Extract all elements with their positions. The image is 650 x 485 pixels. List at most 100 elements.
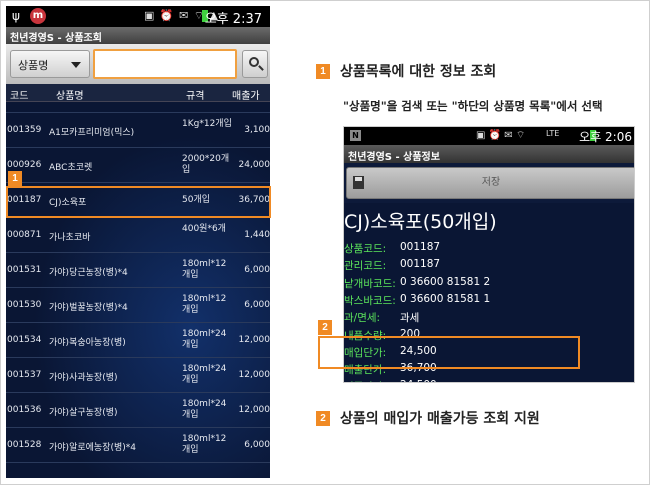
row-price: 1,440 (244, 230, 270, 240)
usb-icon: ψ (12, 9, 20, 23)
product-title: CJ)소육포(50개입) (344, 211, 497, 233)
search-button[interactable] (242, 50, 268, 78)
info-key: 관리코드: (344, 260, 387, 273)
row-code: 001534 (7, 335, 42, 345)
info-key: 상품코드: (344, 243, 387, 255)
table-row[interactable]: 001537 가야)사과농장(병) 180ml*24개입 12,000 (6, 358, 270, 393)
table-row[interactable]: 001359 A1모카프리미엄(믹스) 1Kg*12개입 3,100 (6, 113, 270, 148)
highlight-price-rows (318, 336, 580, 369)
app-badge-icon: m (30, 8, 46, 24)
table-row[interactable]: 001534 가야)복숭아농장(병) 180ml*24개입 12,000 (6, 323, 270, 358)
row-name: 가야)살구농장(병) (49, 408, 118, 418)
info-key: 낱개바코드: (344, 277, 396, 290)
table-row[interactable]: 001530 가야)벌꿀농장(병)*4 180ml*12개입 6,000 (6, 288, 270, 323)
caption-2-number: 2 (316, 411, 330, 426)
info-row: 기준단가: 24,500 (344, 379, 634, 382)
info-row: 관리코드: 001187 (344, 258, 634, 275)
info-row: 박스바코드: 0 36600 81581 1 (344, 292, 634, 310)
marker-2: 2 (318, 320, 332, 335)
row-name: A1모카프리미엄(믹스) (49, 128, 135, 138)
save-label: 저장 (481, 177, 501, 188)
table-row[interactable]: 000926 ABC초코렛 2000*20개입 24,000 (6, 148, 270, 183)
row-name: 가야)복숭아농장(병) (49, 338, 126, 348)
search-field-dropdown[interactable]: 상품명 (10, 50, 90, 78)
row-name: 가야)벌꿀농장(병)*4 (49, 303, 128, 313)
row-name: 가야)사과농장(병) (49, 373, 118, 383)
row-spec: 1Kg*12개입 (182, 119, 232, 129)
row-price: 12,000 (238, 405, 271, 415)
info-key: 박스바코드: (344, 294, 396, 307)
dropdown-label: 상품명 (18, 59, 49, 72)
info-key: 과/면세: (344, 312, 381, 325)
status-bar-2: N ▣ ⏰ ✉ ⌔ LTE 오후 2:06 (344, 127, 634, 145)
row-price: 3,100 (244, 125, 270, 135)
row-spec: 180ml*24개입 (182, 399, 227, 420)
info-value: 과세 (400, 312, 420, 325)
table-row[interactable]: 001531 가야)당근농장(병)*4 180ml*12개입 6,000 (6, 253, 270, 288)
search-input[interactable] (93, 49, 237, 79)
col-price: 매출가 (232, 91, 260, 102)
table-row[interactable]: 000871 가나초코바 400원*6개 1,440 (6, 218, 270, 253)
info-key: 기준단가: (344, 379, 386, 382)
info-row: 낱개바코드: 0 36600 81581 2 (344, 275, 634, 293)
caption-1-number: 1 (316, 64, 330, 79)
table-header: 코드 상품명 규격 매출가 (6, 84, 270, 102)
col-code: 코드 (10, 91, 29, 102)
status-icons-2: ▣ ⏰ ✉ ⌔ (476, 130, 526, 141)
row-price: 12,000 (238, 370, 271, 380)
info-value: 0 36600 81581 1 (400, 292, 491, 305)
row-price: 12,000 (238, 335, 271, 345)
row-name: 가나초코바 (49, 233, 91, 243)
info-row: 과/면세: 과세 (344, 310, 634, 327)
row-spec: 400원*6개 (182, 224, 226, 234)
info-value: 24,500 (400, 379, 437, 382)
row-code: 000926 (7, 160, 42, 170)
row-spec: 180ml*12개입 (182, 259, 227, 280)
info-value: 001187 (400, 241, 441, 253)
col-name: 상품명 (56, 91, 84, 102)
table-row[interactable]: 개입 (6, 102, 270, 113)
row-code: 001536 (7, 405, 42, 415)
product-list: 개입 001359 A1모카프리미엄(믹스) 1Kg*12개입 3,100 000926 A… (6, 102, 270, 478)
row-name: 가야)당근농장(병)*4 (49, 268, 128, 278)
table-row[interactable]: 001528 가야)알로에농장(병)*4 180ml*12개입 6,000 (6, 428, 270, 463)
info-value: 001187 (400, 258, 441, 271)
row-code: 001530 (7, 300, 42, 310)
status-bar: ψ m ▣ ⏰ ✉ ⌔ ▲ 오후 2:37 (6, 6, 270, 27)
row-code: 000871 (7, 230, 42, 240)
lte-label: LTE (546, 129, 560, 138)
col-spec: 규격 (186, 91, 205, 102)
floppy-icon (353, 176, 364, 189)
row-spec: 180ml*24개입 (182, 364, 227, 385)
row-price: 6,000 (244, 300, 270, 310)
left-phone-screen: ψ m ▣ ⏰ ✉ ⌔ ▲ 오후 2:37 천년경영S - 상품조회 상품명 코… (6, 6, 270, 478)
row-code: 001528 (7, 440, 42, 450)
row-name: ABC초코렛 (49, 163, 93, 173)
save-button[interactable]: 저장 (346, 167, 634, 199)
chevron-down-icon (71, 62, 81, 68)
row-code: 001537 (7, 370, 42, 380)
row-spec: 180ml*12개입 (182, 294, 227, 315)
save-toolbar: 저장 (344, 163, 634, 203)
search-bar: 상품명 (6, 44, 270, 84)
row-code: 001359 (7, 125, 42, 135)
status-time: 오후 2:37 (204, 12, 262, 27)
sub-caption: "상품명"을 검색 또는 "하단의 상품명 목록"에서 선택 (343, 99, 603, 113)
status-time-2: 오후 2:06 (579, 130, 632, 144)
info-value: 0 36600 81581 2 (400, 275, 491, 288)
caption-1-text: 상품목록에 대한 정보 조회 (340, 64, 497, 80)
row-price: 6,000 (244, 440, 270, 450)
app-title-bar: 천년경영S - 상품조회 (6, 27, 270, 44)
row-name: 가야)알로에농장(병)*4 (49, 443, 137, 453)
marker-1: 1 (8, 171, 22, 186)
caption-2-text: 상품의 매입가 매출가등 조회 지원 (340, 411, 540, 427)
row-spec: 2000*20개입 (182, 154, 230, 175)
row-price: 6,000 (244, 265, 270, 275)
info-row: 상품코드: 001187 (344, 241, 634, 258)
row-code: 001531 (7, 265, 42, 275)
table-row[interactable]: 001536 가야)살구농장(병) 180ml*24개입 12,000 (6, 393, 270, 428)
app-title-bar-2: 천년경영S - 상품정보 (344, 145, 634, 163)
row-price: 24,000 (238, 160, 271, 170)
row-spec: 180ml*24개입 (182, 329, 227, 350)
row-spec: 180ml*12개입 (182, 434, 227, 455)
